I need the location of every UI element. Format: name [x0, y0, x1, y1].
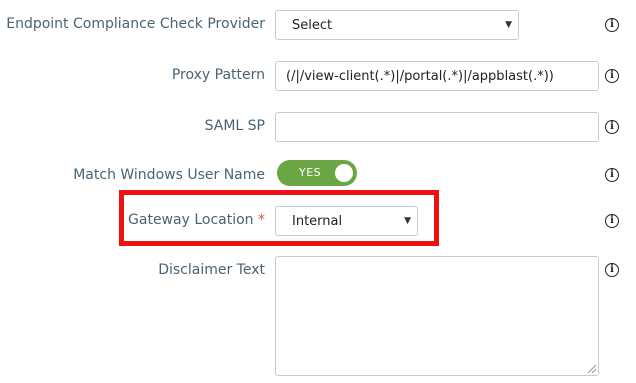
match-windows-label: Match Windows User Name [73, 167, 265, 183]
info-icon[interactable]: i [605, 168, 619, 182]
endpoint-compliance-select[interactable]: Select ▼ [275, 10, 519, 40]
match-windows-toggle[interactable]: YES [277, 160, 357, 186]
saml-sp-input[interactable] [275, 112, 599, 142]
info-icon[interactable]: i [605, 263, 619, 277]
proxy-pattern-input[interactable]: (/|/view-client(.*)|/portal(.*)|/appblas… [275, 61, 599, 91]
endpoint-compliance-label: Endpoint Compliance Check Provider [6, 16, 265, 32]
info-icon[interactable]: i [605, 69, 619, 83]
toggle-knob [335, 164, 353, 182]
toggle-text: YES [299, 166, 322, 179]
disclaimer-text-area[interactable] [275, 256, 599, 376]
disclaimer-text-label: Disclaimer Text [158, 262, 265, 278]
resize-handle-icon[interactable] [588, 365, 596, 373]
saml-sp-label: SAML SP [204, 118, 265, 134]
highlight-box [119, 190, 439, 246]
endpoint-compliance-value: Select [292, 17, 333, 33]
proxy-pattern-label: Proxy Pattern [171, 67, 265, 83]
info-icon[interactable]: i [605, 214, 619, 228]
caret-down-icon: ▼ [505, 20, 512, 30]
info-icon[interactable]: i [605, 120, 619, 134]
info-icon[interactable]: i [605, 18, 619, 32]
